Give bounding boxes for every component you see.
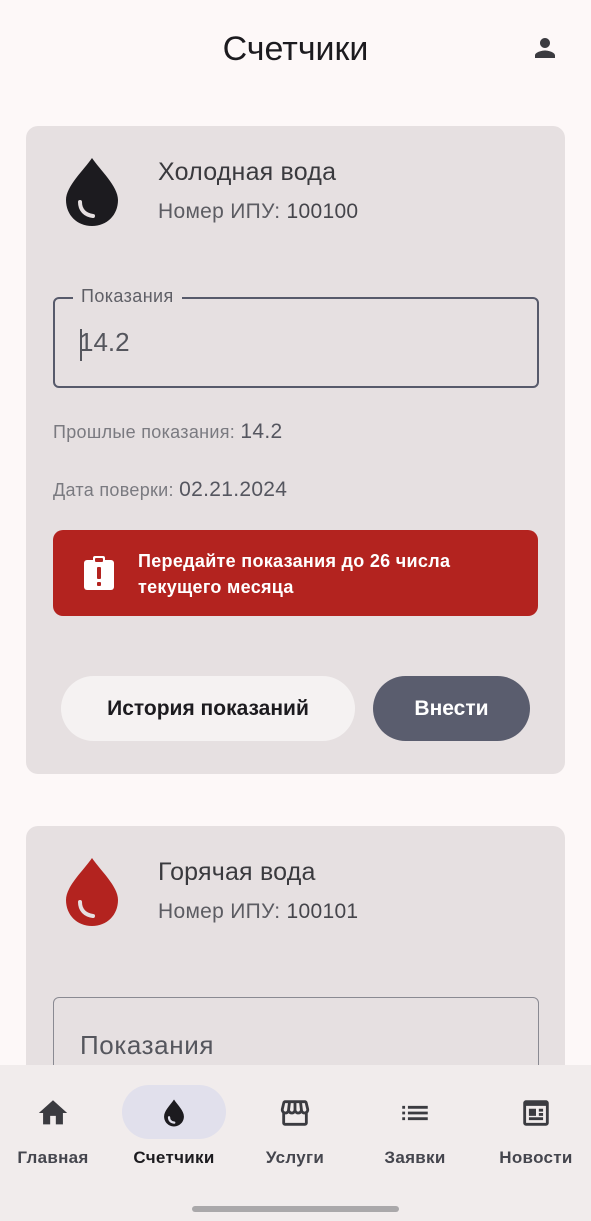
home-indicator[interactable]	[192, 1206, 399, 1212]
list-icon	[402, 1105, 428, 1121]
meter-card-hot-water: Горячая вода Номер ИПУ: 100101 Показания	[26, 826, 565, 1065]
profile-button[interactable]	[529, 30, 561, 66]
nav-label: Заявки	[384, 1148, 446, 1167]
nav-label: Главная	[17, 1148, 89, 1167]
nav-item-home[interactable]: Главная	[0, 1085, 112, 1185]
nav-label: Счетчики	[133, 1148, 215, 1167]
meter-name: Горячая вода	[158, 858, 316, 886]
verification-date-label: Дата поверки:	[53, 480, 174, 500]
text-cursor	[80, 329, 82, 361]
alert-message: Передайте показания до 26 числа текущего…	[138, 551, 451, 597]
reading-field-label: Показания	[73, 286, 182, 307]
clipboard-alert-icon	[84, 556, 114, 590]
newspaper-icon	[523, 1100, 549, 1126]
meter-number-value: 100101	[286, 900, 359, 923]
store-icon	[280, 1100, 310, 1126]
previous-reading-value: 14.2	[240, 420, 283, 443]
meter-number: Номер ИПУ: 100101	[158, 900, 358, 924]
water-drop-icon	[66, 858, 118, 926]
bottom-navigation: Главная Счетчики Услуги Заявки Новости	[0, 1065, 591, 1221]
app-bar: Счетчики	[0, 0, 591, 100]
meter-number-label: Номер ИПУ:	[158, 900, 281, 923]
water-drop-icon	[164, 1099, 184, 1127]
page-title: Счетчики	[222, 29, 369, 68]
meter-card-cold-water: Холодная вода Номер ИПУ: 100100 Показани…	[26, 126, 565, 774]
deadline-alert: Передайте показания до 26 числа текущего…	[53, 530, 538, 616]
meter-name: Холодная вода	[158, 158, 337, 186]
previous-reading: Прошлые показания: 14.2	[53, 420, 283, 444]
reading-field[interactable]: Показания	[53, 997, 539, 1065]
nav-item-requests[interactable]: Заявки	[356, 1085, 474, 1185]
nav-label: Новости	[499, 1148, 573, 1167]
nav-item-news[interactable]: Новости	[477, 1085, 591, 1185]
reading-field[interactable]: Показания	[53, 286, 539, 388]
nav-item-services[interactable]: Услуги	[236, 1085, 354, 1185]
meter-number-label: Номер ИПУ:	[158, 200, 281, 223]
verification-date-value: 02.21.2024	[179, 478, 288, 501]
history-button[interactable]: История показаний	[61, 676, 355, 741]
home-icon	[38, 1100, 68, 1125]
reading-input[interactable]	[79, 327, 519, 358]
verification-date: Дата поверки: 02.21.2024	[53, 478, 287, 502]
meter-number-value: 100100	[286, 200, 359, 223]
nav-item-meters[interactable]: Счетчики	[115, 1085, 233, 1185]
water-drop-icon	[66, 158, 118, 226]
nav-label: Услуги	[265, 1148, 325, 1167]
submit-button[interactable]: Внести	[373, 676, 530, 741]
previous-reading-label: Прошлые показания:	[53, 422, 236, 442]
meter-number: Номер ИПУ: 100100	[158, 200, 358, 224]
meters-list[interactable]: Холодная вода Номер ИПУ: 100100 Показани…	[0, 100, 591, 1065]
person-icon	[535, 38, 555, 58]
reading-field-placeholder: Показания	[80, 1030, 215, 1060]
